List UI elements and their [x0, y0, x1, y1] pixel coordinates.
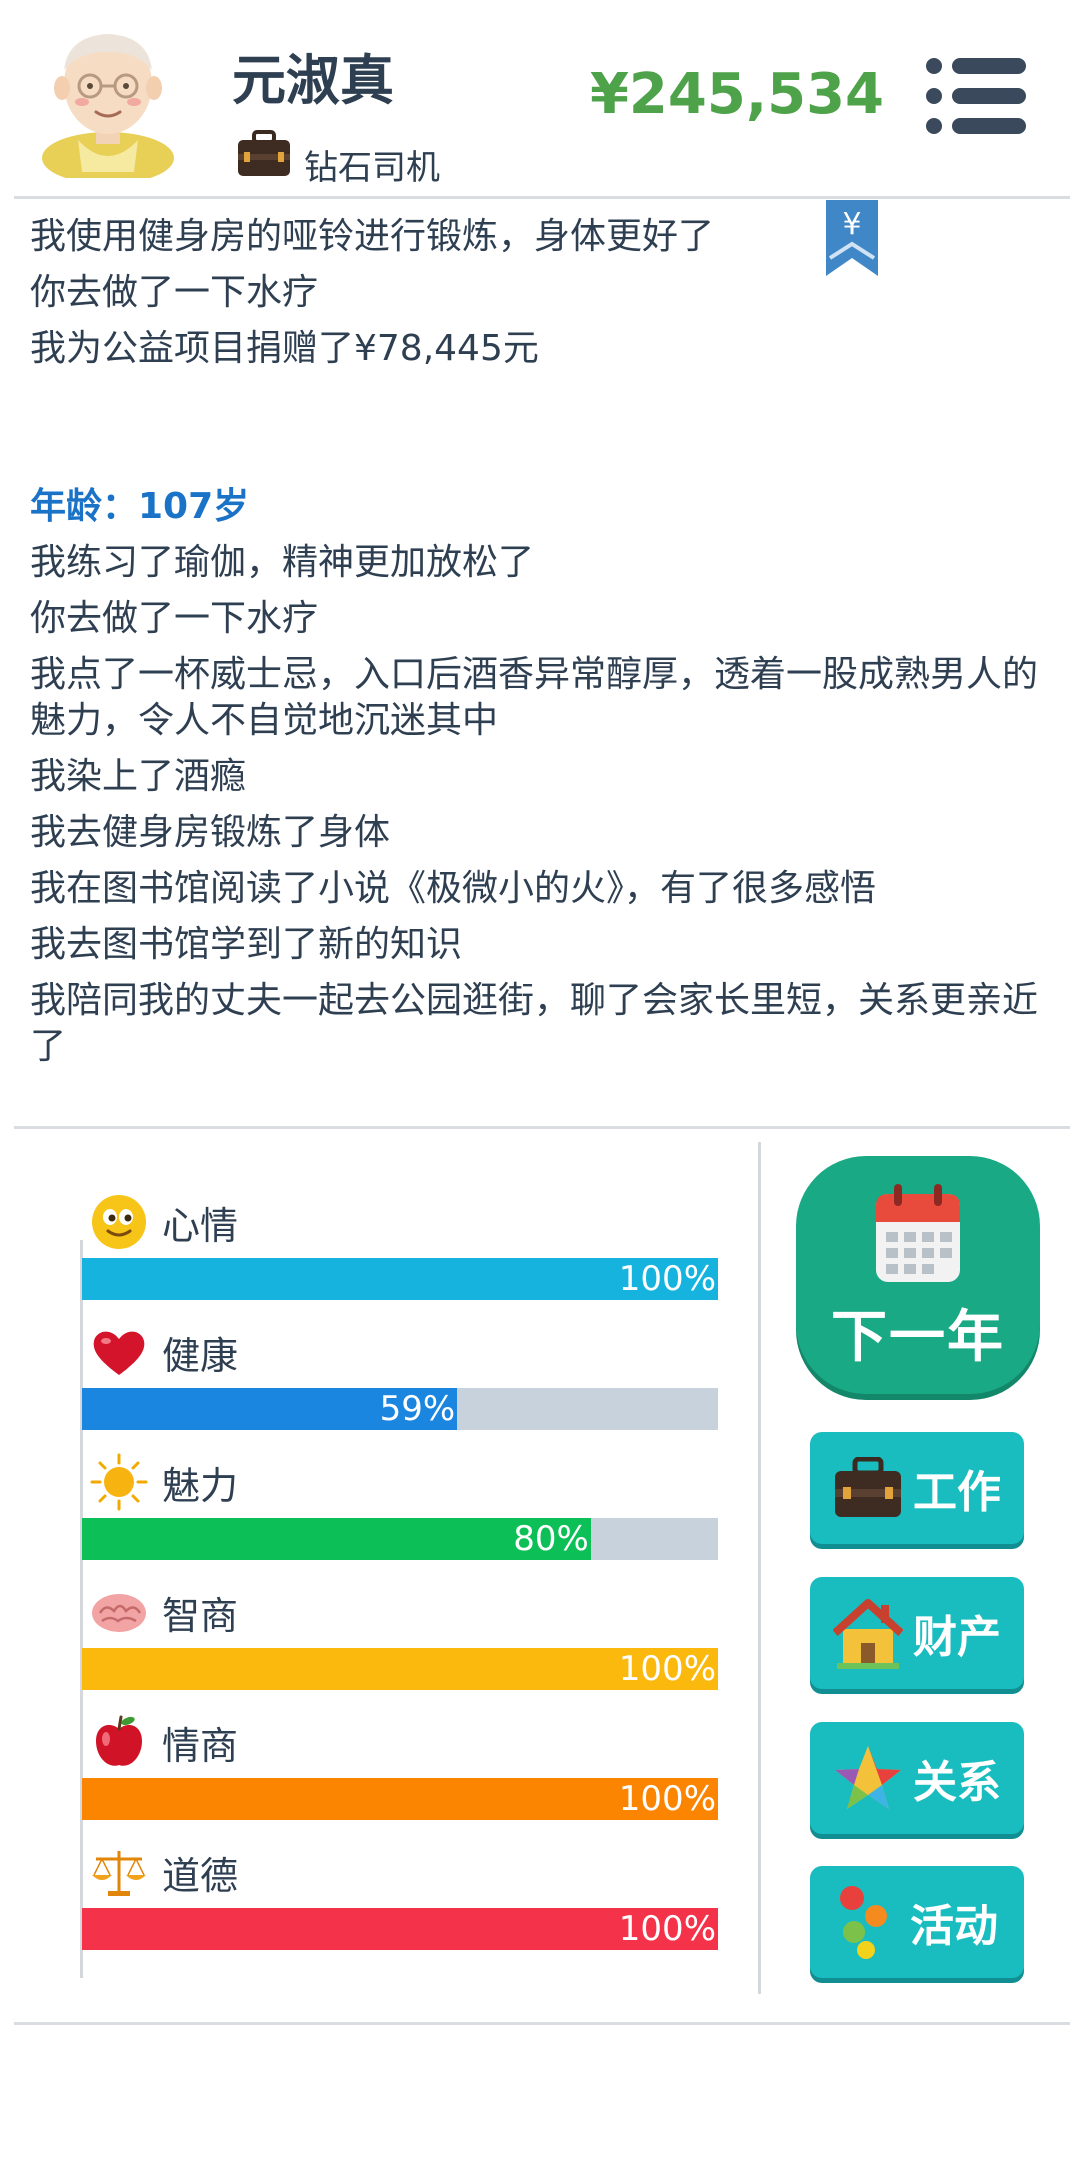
activity-dots-icon	[840, 1886, 887, 1959]
log-line: 我练习了瑜伽，精神更加放松了	[30, 542, 535, 583]
heart-icon	[93, 1331, 145, 1375]
briefcase-icon	[238, 130, 290, 176]
relations-label: 关系	[913, 1757, 1001, 1808]
menu-icon[interactable]	[924, 56, 1028, 136]
log-line: 你去做了一下水疗	[30, 598, 319, 639]
log-line: 你去做了一下水疗	[30, 272, 319, 313]
elderly-man-avatar[interactable]	[38, 22, 178, 178]
stat-percent: 59%	[379, 1389, 456, 1429]
log-line: 我在图书馆阅读了小说《极微小的火》，有了很多感悟	[30, 868, 877, 909]
stat-percent: 100%	[618, 1779, 716, 1819]
log-line: 我染上了酒瘾	[30, 756, 247, 797]
stat-bar-fill: 100%	[82, 1258, 718, 1300]
yen-bookmark-icon[interactable]: ¥	[824, 200, 880, 278]
stat-bar-fill: 80%	[82, 1518, 591, 1560]
sun-icon	[90, 1453, 148, 1511]
log-line: 我点了一杯威士忌，入口后酒香异常醇厚，透着一股成熟男人的魅力，令人不自觉地沉迷其…	[30, 654, 1039, 741]
stat-label: 心情	[162, 1203, 239, 1248]
current-year-log: 年龄：107岁 我练习了瑜伽，精神更加放松了 你去做了一下水疗 我点了一杯威士忌…	[30, 484, 1040, 1080]
activities-button[interactable]: 活动	[810, 1866, 1024, 1978]
stat-morality: 道德 100%	[82, 1840, 722, 1970]
panel-divider	[758, 1142, 761, 1994]
stat-label: 魅力	[162, 1463, 239, 1508]
log-line: 我去图书馆学到了新的知识	[30, 924, 463, 965]
log-line: 我为公益项目捐赠了¥78,445元	[30, 328, 539, 369]
brain-icon	[92, 1594, 146, 1632]
property-label: 财产	[913, 1612, 1001, 1663]
star-icon	[835, 1746, 901, 1809]
next-year-button[interactable]: 下一年	[796, 1156, 1040, 1394]
work-button[interactable]: 工作	[810, 1432, 1024, 1544]
stat-label: 情商	[162, 1723, 239, 1768]
stat-bar: 80%	[82, 1518, 718, 1560]
stat-mood: 心情 100%	[82, 1190, 722, 1320]
stat-bar-fill: 100%	[82, 1778, 718, 1820]
stat-label: 健康	[162, 1333, 239, 1378]
stat-health: 健康 59%	[82, 1320, 722, 1450]
job-title: 钻石司机	[304, 148, 440, 188]
log-line: 我使用健身房的哑铃进行锻炼，身体更好了	[30, 216, 715, 257]
stat-percent: 100%	[618, 1259, 716, 1299]
stat-bar-fill: 59%	[82, 1388, 458, 1430]
stat-label: 道德	[162, 1853, 239, 1898]
relations-button[interactable]: 关系	[810, 1722, 1024, 1834]
header: 元淑真 钻石司机 ¥245,534	[0, 0, 1080, 196]
work-label: 工作	[913, 1467, 1001, 1518]
bottom-divider	[14, 2022, 1070, 2025]
log-divider	[14, 1126, 1070, 1129]
stat-percent: 100%	[618, 1649, 716, 1689]
calendar-icon	[876, 1184, 960, 1282]
stat-bar: 100%	[82, 1258, 718, 1300]
house-icon	[833, 1599, 903, 1669]
stat-charm: 魅力 80%	[82, 1450, 722, 1580]
stat-bar: 100%	[82, 1908, 718, 1950]
stat-bar: 59%	[82, 1388, 718, 1430]
stat-bar-fill: 100%	[82, 1908, 718, 1950]
stats-panel: 心情 100% 健康 59% 魅力 80% 智商 100% 情商 100% 道德…	[82, 1190, 722, 1970]
stat-bar-fill: 100%	[82, 1648, 718, 1690]
player-name: 元淑真	[232, 49, 394, 112]
header-divider	[14, 196, 1070, 199]
bookmark-symbol: ¥	[842, 207, 861, 242]
briefcase-icon	[835, 1457, 901, 1517]
stat-bar: 100%	[82, 1778, 718, 1820]
smiley-icon	[92, 1195, 146, 1249]
scales-icon	[92, 1851, 146, 1896]
stat-eq: 情商 100%	[82, 1710, 722, 1840]
event-log: 我使用健身房的哑铃进行锻炼，身体更好了 你去做了一下水疗 我为公益项目捐赠了¥7…	[30, 214, 1040, 382]
stat-label: 智商	[162, 1593, 239, 1638]
money-balance: ¥245,534	[589, 62, 884, 127]
next-year-label: 下一年	[831, 1305, 1005, 1370]
stat-bar: 100%	[82, 1648, 718, 1690]
log-line: 我去健身房锻炼了身体	[30, 812, 391, 853]
apple-icon	[96, 1715, 142, 1766]
stat-iq: 智商 100%	[82, 1580, 722, 1710]
activities-label: 活动	[910, 1901, 998, 1952]
log-line: 我陪同我的丈夫一起去公园逛街，聊了会家长里短，关系更亲近了	[30, 980, 1039, 1067]
stat-percent: 100%	[618, 1909, 716, 1949]
stat-percent: 80%	[513, 1519, 589, 1559]
property-button[interactable]: 财产	[810, 1577, 1024, 1689]
age-label: 年龄：107岁	[30, 486, 250, 527]
